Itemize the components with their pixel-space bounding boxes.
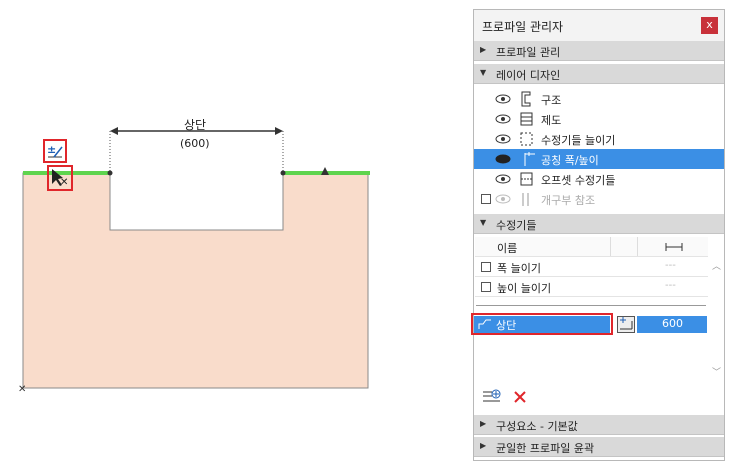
collapse-arrow-icon: ▼ [480, 218, 487, 227]
modifier-row[interactable]: 폭 늘이기 --- [475, 257, 708, 277]
modifier-value: --- [665, 280, 676, 291]
modifier-checkbox[interactable] [481, 282, 491, 292]
column-divider [610, 237, 611, 256]
section-modifiers[interactable]: ▼ 수정기들 [474, 214, 724, 234]
drawing-canvas[interactable]: ✕ ± ✕ 상단 (600) [0, 0, 470, 466]
layer-label: 구조 [541, 94, 562, 107]
expand-arrow-icon: ▶ [480, 419, 487, 428]
section-layer-design[interactable]: ▼ 레이어 디자인 [474, 64, 724, 84]
node-point-right[interactable] [280, 170, 286, 176]
svg-text:±: ± [47, 143, 56, 156]
offset-modifier-name: 상단 [496, 319, 517, 332]
column-divider [637, 237, 638, 256]
layer-label: 공칭 폭/높이 [541, 154, 599, 167]
layer-label: 오프셋 수정기들 [541, 174, 616, 187]
structure-icon [521, 91, 531, 107]
eye-icon[interactable] [495, 134, 511, 144]
layer-label: 제도 [541, 114, 562, 127]
dimension-label: 상단 [184, 118, 207, 132]
section-label: 수정기들 [496, 219, 537, 232]
delete-icon[interactable] [513, 390, 527, 404]
modifier-table-header: 이름 [475, 237, 708, 257]
eye-closed-icon[interactable] [495, 154, 511, 164]
offset-modifiers-icon [520, 172, 533, 186]
scroll-down-icon[interactable]: ﹀ [712, 365, 721, 378]
layer-label: 개구부 참조 [541, 194, 596, 207]
section-component-defaults[interactable]: ▶ 구성요소 - 기본값 [474, 415, 724, 435]
opening-reference-icon [522, 193, 529, 206]
layer-label: 수정기들 늘이기 [541, 134, 616, 147]
eye-icon[interactable] [495, 194, 511, 204]
svg-text:✕: ✕ [60, 177, 68, 188]
layer-checkbox[interactable] [481, 194, 491, 204]
modifier-name: 높이 늘이기 [497, 282, 552, 295]
add-modifier-icon[interactable] [482, 389, 502, 405]
eye-icon[interactable] [495, 94, 511, 104]
table-separator [476, 305, 706, 306]
node-point-left[interactable] [107, 170, 113, 176]
offset-modifier-icon [478, 319, 491, 329]
section-label: 프로파일 관리 [496, 46, 561, 59]
layer-item-nominal-size[interactable]: 공칭 폭/높이 [474, 149, 724, 169]
panel-title: 프로파일 관리자 [482, 20, 564, 34]
offset-modifier-row[interactable]: 상단 [474, 316, 610, 333]
section-label: 구성요소 - 기본값 [496, 420, 578, 433]
profile-manager-panel: 프로파일 관리자 x ▶ 프로파일 관리 ▼ 레이어 디자인 구조 제도 수정기… [471, 9, 725, 461]
section-uniform-outline[interactable]: ▶ 균일한 프로파일 윤곽 [474, 437, 724, 457]
layer-item-offset-modifiers[interactable]: 오프셋 수정기들 [474, 169, 724, 189]
profile-drawing[interactable]: ✕ ± ✕ [0, 0, 470, 466]
origin-marker-icon: ✕ [18, 384, 26, 395]
edit-offset-icon [620, 317, 633, 330]
scroll-up-icon[interactable]: ︿ [712, 259, 721, 272]
panel-titlebar[interactable]: 프로파일 관리자 x [474, 10, 724, 42]
layer-item-structure[interactable]: 구조 [474, 89, 724, 109]
close-button[interactable]: x [701, 17, 718, 34]
modifier-scrollbar[interactable]: ︿ ﹀ [710, 257, 722, 382]
modifier-checkbox[interactable] [481, 262, 491, 272]
dimension-arrows-icon [665, 243, 683, 251]
layer-item-opening-reference[interactable]: 개구부 참조 [474, 189, 724, 209]
offset-value: 600 [662, 317, 683, 330]
expand-arrow-icon: ▶ [480, 45, 487, 54]
layer-item-stretch-modifiers[interactable]: 수정기들 늘이기 [474, 129, 724, 149]
modifier-value: --- [665, 260, 676, 271]
eye-icon[interactable] [495, 114, 511, 124]
expand-arrow-icon: ▶ [480, 441, 487, 450]
layer-item-drafting[interactable]: 제도 [474, 109, 724, 129]
offset-value-field[interactable]: 600 [637, 316, 707, 333]
column-header-name: 이름 [497, 242, 518, 255]
section-label: 레이어 디자인 [496, 69, 561, 82]
dimension-value: (600) [180, 137, 210, 150]
offset-edit-button[interactable] [617, 316, 635, 333]
drafting-icon [520, 112, 533, 126]
stretch-modifiers-icon [520, 132, 533, 146]
profile-shape[interactable] [22, 172, 369, 389]
modifier-row[interactable]: 높이 늘이기 --- [475, 277, 708, 297]
modifier-name: 폭 늘이기 [497, 262, 541, 275]
eye-icon[interactable] [495, 174, 511, 184]
section-profile-manage[interactable]: ▶ 프로파일 관리 [474, 41, 724, 61]
nominal-size-icon [524, 152, 535, 166]
dimension-arrow-right [275, 127, 283, 135]
section-label: 균일한 프로파일 윤곽 [496, 442, 595, 455]
collapse-arrow-icon: ▼ [480, 68, 487, 77]
dimension-arrow-left [110, 127, 118, 135]
